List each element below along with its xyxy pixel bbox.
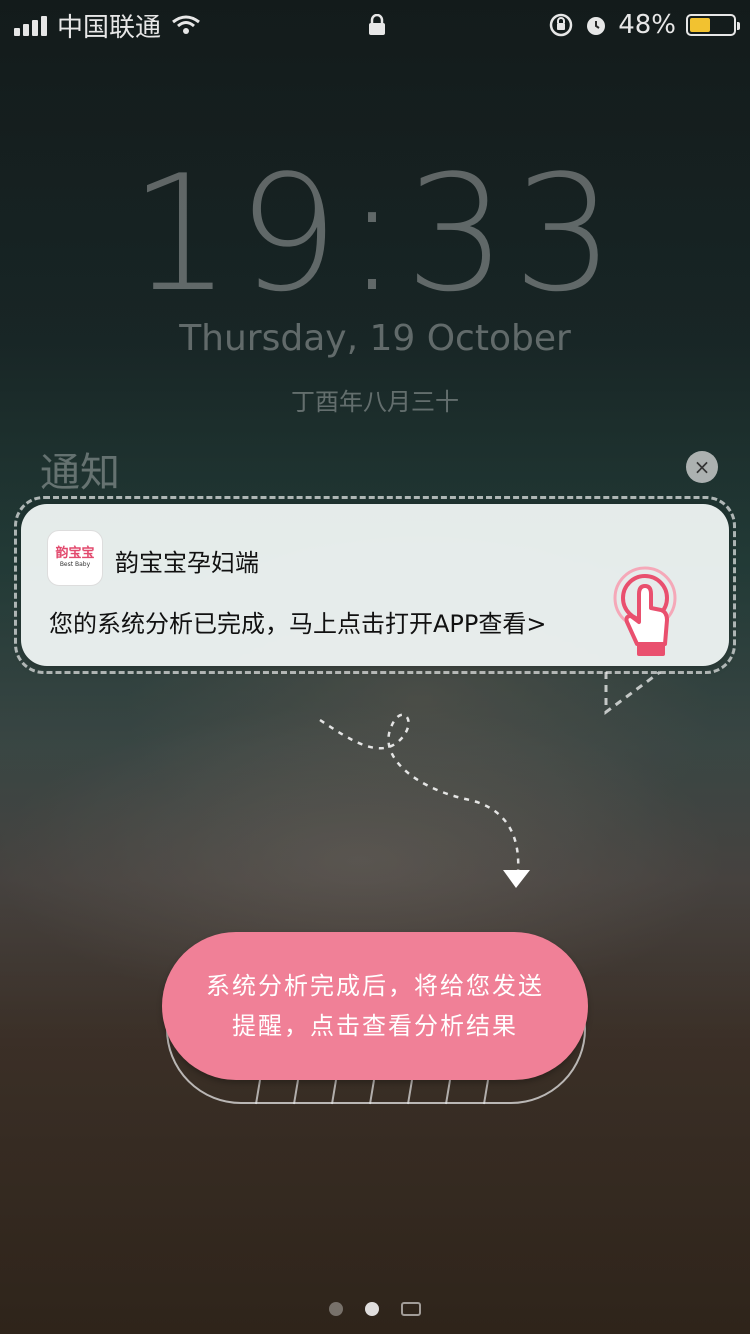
- wifi-icon: [172, 15, 200, 34]
- battery-fill: [690, 18, 710, 32]
- lunar-date: 丁酉年八月三十: [291, 388, 459, 416]
- app-icon-subtext: Best Baby: [59, 561, 91, 568]
- tap-hand-icon: [613, 566, 677, 656]
- hint-line-2: 提醒，点击查看分析结果: [232, 1012, 518, 1040]
- hint-pill-body: 系统分析完成后，将给您发送 提醒，点击查看分析结果: [162, 932, 588, 1080]
- hint-line-1: 系统分析完成后，将给您发送: [206, 972, 544, 1000]
- battery-percent: 48%: [618, 10, 676, 40]
- page-dot[interactable]: [329, 1302, 343, 1316]
- page-indicator: [0, 1302, 750, 1316]
- close-icon: ×: [693, 455, 711, 479]
- lock-icon: [369, 14, 385, 35]
- signal-icon: [14, 14, 47, 36]
- hint-pill: 系统分析完成后，将给您发送 提醒，点击查看分析结果: [162, 932, 588, 1108]
- camera-icon[interactable]: [401, 1302, 421, 1316]
- battery-icon: [686, 14, 740, 36]
- lock-date: Thursday, 19 October: [179, 318, 571, 359]
- app-name: 韵宝宝孕妇端: [115, 549, 259, 577]
- notification-card[interactable]: 韵宝宝 Best Baby 韵宝宝孕妇端 您的系统分析已完成，马上点击打开APP…: [21, 504, 729, 666]
- page-dot-active[interactable]: [365, 1302, 379, 1316]
- app-icon: 韵宝宝 Best Baby: [47, 530, 103, 586]
- status-right: 48%: [548, 10, 740, 40]
- carrier-label: 中国联通: [57, 12, 162, 43]
- notification-body: 您的系统分析已完成，马上点击打开APP查看>: [49, 610, 547, 638]
- rotation-lock-icon: [549, 13, 573, 37]
- status-bar: 中国联通 48%: [0, 0, 750, 50]
- clear-notifications-button[interactable]: ×: [686, 451, 718, 483]
- notifications-heading: 通知: [40, 450, 120, 496]
- status-left: 中国联通: [14, 7, 201, 44]
- lock-time: 19:33: [129, 140, 621, 327]
- app-icon-text: 韵宝宝: [55, 546, 95, 561]
- alarm-icon: [587, 17, 606, 35]
